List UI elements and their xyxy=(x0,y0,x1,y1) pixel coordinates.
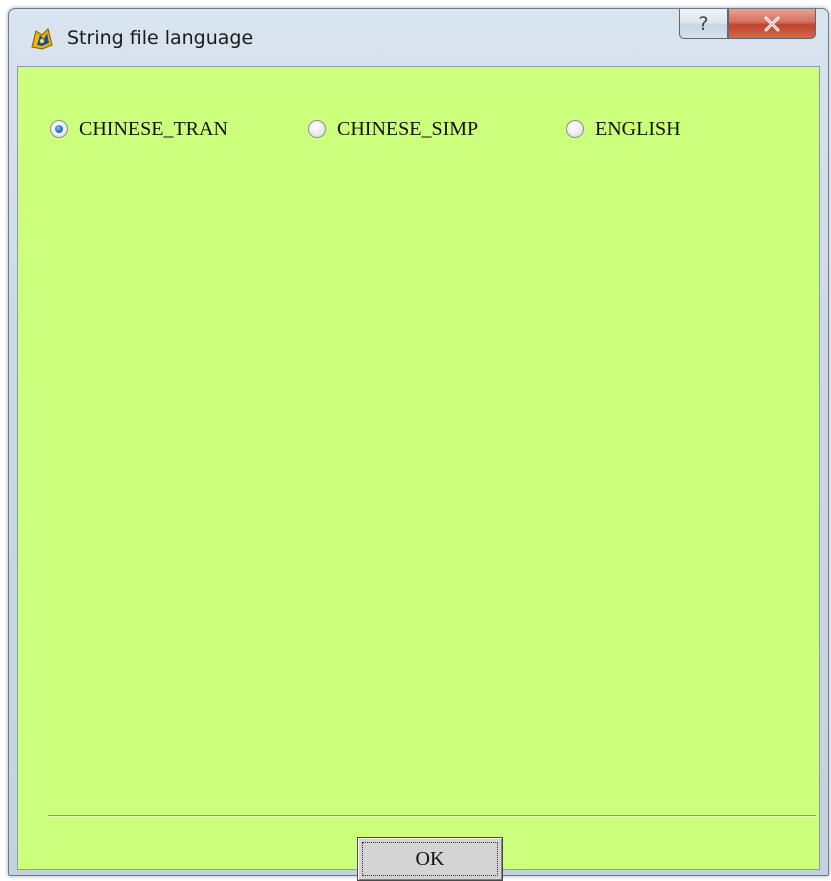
help-button[interactable]: ? xyxy=(679,9,728,39)
ok-button[interactable]: OK xyxy=(357,837,503,881)
app-logo-icon xyxy=(31,28,53,50)
radio-option-chinese-tran[interactable]: CHINESE_TRAN xyxy=(50,114,228,144)
radio-option-english[interactable]: ENGLISH xyxy=(566,114,681,144)
radio-button[interactable] xyxy=(308,120,326,138)
window-title: String file language xyxy=(67,27,254,49)
language-radio-group: CHINESE_TRAN CHINESE_SIMP ENGLISH xyxy=(18,114,819,144)
ok-button-label: OK xyxy=(415,847,445,870)
separator-line xyxy=(48,815,816,817)
radio-button[interactable] xyxy=(566,120,584,138)
radio-label: CHINESE_TRAN xyxy=(79,117,228,140)
close-button[interactable] xyxy=(728,9,816,39)
dialog-window: String file language ? CHINESE_TRAN CHIN… xyxy=(8,8,829,881)
title-bar[interactable]: String file language ? xyxy=(9,9,828,66)
radio-label: CHINESE_SIMP xyxy=(337,117,479,140)
dialog-client-area: CHINESE_TRAN CHINESE_SIMP ENGLISH OK xyxy=(17,66,820,881)
radio-label: ENGLISH xyxy=(595,117,681,140)
radio-button-checked[interactable] xyxy=(50,120,68,138)
close-icon xyxy=(764,16,780,31)
radio-option-chinese-simp[interactable]: CHINESE_SIMP xyxy=(308,114,478,144)
help-icon: ? xyxy=(698,12,709,35)
